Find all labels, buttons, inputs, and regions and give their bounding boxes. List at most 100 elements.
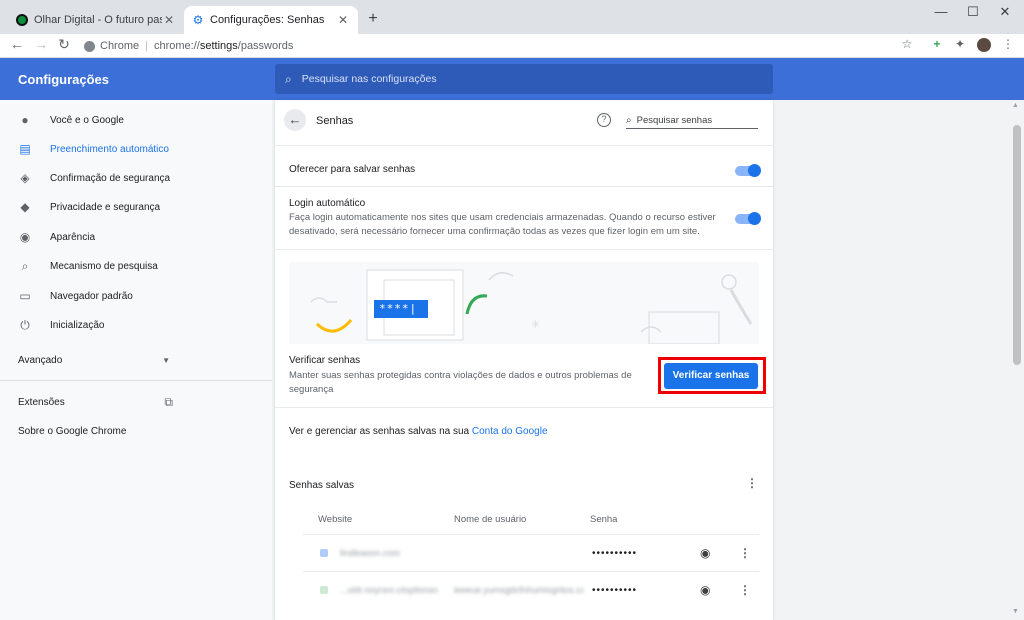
auto-login-desc-2: desativado, será necessário fornecer uma… xyxy=(289,226,700,237)
shield-icon: ◆ xyxy=(20,200,30,214)
scroll-up-icon[interactable]: ▲ xyxy=(1012,102,1019,109)
row-password: •••••••••• xyxy=(592,548,638,559)
page-title: Senhas xyxy=(316,115,354,127)
sidebar-item-navegador[interactable]: ▭ Navegador padrão xyxy=(18,287,133,305)
url-rest: /passwords xyxy=(237,40,294,52)
saved-passwords-menu-icon[interactable]: ⋮ xyxy=(746,476,758,490)
back-button[interactable]: ← xyxy=(8,36,26,52)
site-label: Chrome xyxy=(100,40,140,52)
url-path: settings xyxy=(199,40,238,52)
sidebar-item-label: Navegador padrão xyxy=(50,290,133,302)
browser-icon: ▭ xyxy=(19,289,31,303)
sidebar-item-label: Mecanismo de pesquisa xyxy=(50,260,158,272)
new-tab-button[interactable]: + xyxy=(364,10,382,28)
saved-passwords-title: Senhas salvas xyxy=(289,480,355,491)
password-search-placeholder: Pesquisar senhas xyxy=(636,114,713,126)
menu-kebab-icon[interactable]: ⋮ xyxy=(1000,37,1016,51)
clipboard-icon: ▤ xyxy=(19,142,31,156)
olhar-digital-favicon-icon xyxy=(16,14,28,26)
extensions-puzzle-icon[interactable]: ✦ xyxy=(952,37,968,51)
open-external-icon: ⧉ xyxy=(164,394,173,409)
sidebar-item-label: Confirmação de segurança xyxy=(50,172,171,184)
show-password-eye-icon[interactable]: ◉ xyxy=(700,583,710,597)
search-icon: ⌕ xyxy=(285,71,292,86)
tab-settings-passwords[interactable]: ⚙ Configurações: Senhas ✕ xyxy=(184,6,358,34)
divider xyxy=(275,186,773,187)
sidebar-item-mecanismo[interactable]: ⌕ Mecanismo de pesquisa xyxy=(18,257,158,275)
tab-close-icon[interactable]: ✕ xyxy=(162,13,176,27)
column-username: Nome de usuário xyxy=(454,514,527,525)
site-favicon-icon xyxy=(320,549,328,557)
extension-plus-icon[interactable]: + xyxy=(929,37,945,51)
sidebar-item-label: Aparência xyxy=(50,231,96,243)
search-icon: ⌕ xyxy=(21,259,29,273)
search-icon: ⌕ xyxy=(626,114,632,126)
divider xyxy=(303,571,759,572)
sidebar-item-voce-e-o-google[interactable]: ● Você e o Google xyxy=(18,111,124,129)
check-title: Verificar senhas xyxy=(289,355,361,366)
sidebar-about-label: Sobre o Google Chrome xyxy=(18,425,127,437)
sidebar-item-label: Você e o Google xyxy=(50,114,124,126)
shield-check-icon: ◈ xyxy=(20,171,30,185)
password-search-input[interactable]: ⌕ Pesquisar senhas xyxy=(626,112,758,129)
row-password: •••••••••• xyxy=(592,585,638,596)
profile-avatar[interactable] xyxy=(977,38,991,52)
divider xyxy=(275,145,773,146)
sidebar-item-label: Preenchimento automático xyxy=(50,143,169,155)
divider xyxy=(275,249,773,250)
person-icon: ● xyxy=(21,113,29,127)
omnibox-divider: | xyxy=(145,40,148,52)
tab-olhar-digital[interactable]: Olhar Digital - O futuro passa pr ✕ xyxy=(8,6,184,34)
back-arrow-button[interactable]: ← xyxy=(284,109,306,131)
settings-search-placeholder: Pesquisar nas configurações xyxy=(301,73,437,85)
sidebar-advanced[interactable]: Avançado ▼ xyxy=(18,351,170,369)
sidebar-item-aparencia[interactable]: ◉ Aparência xyxy=(18,228,95,246)
forward-button[interactable]: → xyxy=(32,36,50,52)
row-menu-icon[interactable]: ⋮ xyxy=(739,583,751,597)
sidebar-extensions-label: Extensões xyxy=(18,396,65,408)
sidebar-about[interactable]: Sobre o Google Chrome xyxy=(18,422,126,440)
sidebar-item-preenchimento[interactable]: ▤ Preenchimento automático xyxy=(18,140,169,158)
sidebar-extensions[interactable]: Extensões ⧉ xyxy=(18,393,173,411)
show-password-eye-icon[interactable]: ◉ xyxy=(700,546,710,560)
check-desc-1: Manter suas senhas protegidas contra vio… xyxy=(289,370,632,381)
site-favicon-icon xyxy=(320,586,328,594)
power-icon: ⏻ xyxy=(20,318,30,332)
tab-close-icon[interactable]: ✕ xyxy=(336,13,350,27)
sidebar-item-confirmacao[interactable]: ◈ Confirmação de segurança xyxy=(18,169,170,187)
reload-button[interactable]: ↻ xyxy=(55,36,73,53)
auto-login-toggle[interactable] xyxy=(735,212,761,225)
row-menu-icon[interactable]: ⋮ xyxy=(739,546,751,560)
sidebar-item-privacidade[interactable]: ◆ Privacidade e segurança xyxy=(18,198,160,216)
svg-text:✳: ✳ xyxy=(531,318,540,331)
column-password: Senha xyxy=(590,514,618,525)
tab-title: Olhar Digital - O futuro passa pr xyxy=(34,14,162,26)
check-desc-2: segurança xyxy=(289,384,334,395)
row-site: lindleason.com xyxy=(340,548,401,558)
offer-save-toggle[interactable] xyxy=(735,164,761,177)
help-icon[interactable]: ? xyxy=(597,113,611,127)
offer-save-label: Oferecer para salvar senhas xyxy=(289,164,416,175)
verify-passwords-button[interactable]: Verificar senhas xyxy=(664,363,758,389)
auto-login-title: Login automático xyxy=(289,198,366,209)
sidebar-divider xyxy=(0,380,272,381)
scroll-down-icon[interactable]: ▼ xyxy=(1012,608,1019,615)
auto-login-desc-1: Faça login automaticamente nos sites que… xyxy=(289,212,716,223)
address-bar[interactable]: Chrome | chrome://settings/passwords xyxy=(84,36,920,56)
close-window-button[interactable]: ✕ xyxy=(990,4,1020,20)
illustration-graphic: ✳ xyxy=(310,269,753,344)
minimize-button[interactable]: — xyxy=(926,4,956,19)
maximize-button[interactable]: ☐ xyxy=(958,4,988,20)
scrollbar-thumb[interactable] xyxy=(1013,125,1021,365)
chevron-down-icon: ▼ xyxy=(162,355,170,365)
sidebar-item-inicializacao[interactable]: ⏻ Inicialização xyxy=(18,316,104,334)
settings-search-input[interactable]: ⌕ Pesquisar nas configurações xyxy=(275,64,773,94)
settings-title: Configurações xyxy=(18,72,110,87)
bookmark-star-icon[interactable]: ☆ xyxy=(899,37,915,51)
url-scheme: chrome:// xyxy=(153,40,200,52)
google-account-link[interactable]: Conta do Google xyxy=(472,426,548,437)
illustration-stars: **** xyxy=(379,302,410,315)
row-username: ieeeue.yumsgdcfnhumiogritos.co.. xyxy=(454,585,584,595)
sidebar-item-label: Inicialização xyxy=(50,319,105,331)
password-check-illustration: ✳ xyxy=(289,262,759,344)
